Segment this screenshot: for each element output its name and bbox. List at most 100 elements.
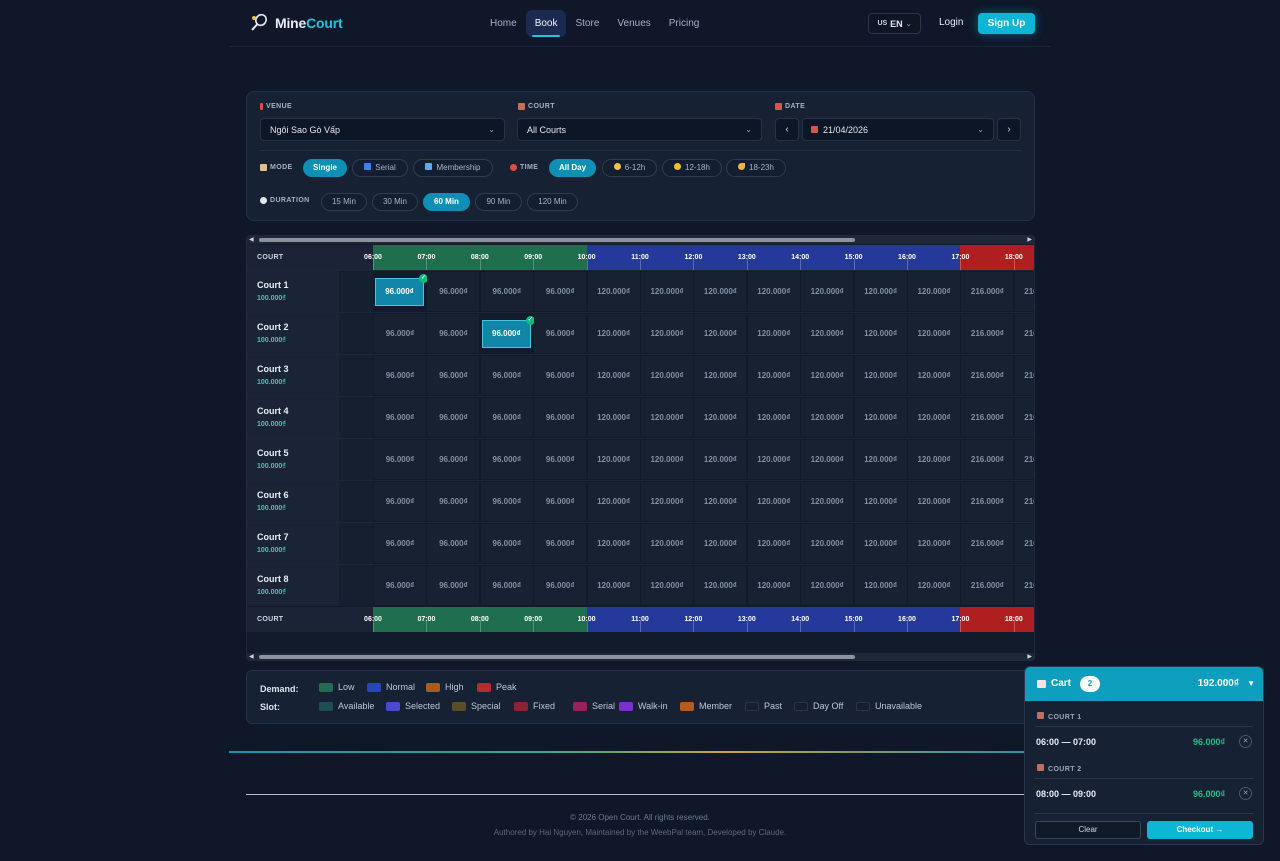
time-slot[interactable]: 216.000₫ [1014, 356, 1034, 395]
time-slot[interactable]: 120.000₫ [908, 398, 960, 437]
scroll-left-icon[interactable]: ◀ [249, 236, 254, 244]
time-slot[interactable]: 96.000₫ [427, 356, 480, 395]
duration-15[interactable]: 15 Min [321, 193, 367, 211]
time-slot[interactable]: 96.000₫ [534, 566, 587, 605]
duration-120[interactable]: 120 Min [527, 193, 578, 211]
time-slot[interactable]: 120.000₫ [854, 440, 907, 479]
time-slot[interactable]: 216.000₫ [961, 356, 1014, 395]
time-slot[interactable]: 120.000₫ [641, 398, 693, 437]
mode-single[interactable]: Single [303, 159, 347, 177]
time-slot[interactable]: 96.000₫ [374, 356, 426, 395]
time-slot[interactable]: 120.000₫ [641, 314, 693, 353]
time-slot[interactable]: 96.000₫ [480, 398, 533, 437]
time-slot[interactable]: 216.000₫ [1014, 440, 1034, 479]
time-slot[interactable]: 96.000₫ [427, 566, 480, 605]
nav-store[interactable]: Store [566, 10, 608, 37]
cart-header[interactable]: Cart 2 192.000₫ ▼ [1025, 667, 1263, 701]
time-slot[interactable]: 120.000₫ [694, 482, 747, 521]
time-slot[interactable]: 96.000₫ [427, 440, 480, 479]
time-slot[interactable]: 120.000₫ [854, 566, 907, 605]
scroll-right-icon[interactable]: ▶ [1027, 653, 1032, 660]
time-slot[interactable]: 120.000₫ [908, 566, 960, 605]
time-slot[interactable]: 120.000₫ [747, 356, 800, 395]
time-slot[interactable]: 120.000₫ [587, 272, 640, 311]
time-slot[interactable]: 96.000₫ [374, 398, 426, 437]
time-slot[interactable]: 120.000₫ [587, 356, 640, 395]
nav-pricing[interactable]: Pricing [660, 10, 709, 37]
time-slot[interactable]: 96.000₫ [427, 398, 480, 437]
scrollbar-thumb[interactable] [259, 655, 855, 659]
time-slot[interactable]: 120.000₫ [694, 524, 747, 563]
time-slot[interactable]: 120.000₫ [587, 398, 640, 437]
time-slot[interactable]: 216.000₫ [961, 272, 1014, 311]
time-slot[interactable]: 216.000₫ [1014, 566, 1034, 605]
time-slot[interactable]: 96.000₫ [534, 482, 587, 521]
time-slot[interactable]: 120.000₫ [587, 482, 640, 521]
time-slot[interactable]: 120.000₫ [641, 356, 693, 395]
nav-venues[interactable]: Venues [608, 10, 659, 37]
time-slot[interactable]: 216.000₫ [1014, 314, 1034, 353]
time-slot[interactable]: 96.000₫ [374, 440, 426, 479]
venue-select[interactable]: Ngôi Sao Gò Vấp ⌄ [260, 118, 505, 141]
checkout-button[interactable]: Checkout → [1147, 821, 1253, 839]
time-slot[interactable]: 120.000₫ [587, 524, 640, 563]
time-slot[interactable]: 120.000₫ [747, 566, 800, 605]
time-slot[interactable]: 96.000₫ [427, 482, 480, 521]
time-slot[interactable]: 120.000₫ [587, 314, 640, 353]
logo[interactable]: MineCourt [249, 13, 343, 33]
scroll-left-icon[interactable]: ◀ [249, 653, 254, 660]
time-slot[interactable]: 120.000₫ [908, 524, 960, 563]
time-slot[interactable]: 120.000₫ [747, 524, 800, 563]
date-picker[interactable]: 21/04/2026 ⌄ [802, 118, 994, 141]
time-slot[interactable]: 120.000₫ [801, 356, 854, 395]
scroll-right-icon[interactable]: ▶ [1027, 236, 1032, 244]
time-slot[interactable]: 120.000₫ [641, 482, 693, 521]
mode-membership[interactable]: Membership [413, 159, 493, 177]
time-slot[interactable]: 120.000₫ [694, 272, 747, 311]
time-slot[interactable]: 96.000₫ [427, 524, 480, 563]
time-slot[interactable]: 216.000₫ [961, 524, 1014, 563]
time-slot[interactable]: 216.000₫ [961, 314, 1014, 353]
duration-30[interactable]: 30 Min [372, 193, 418, 211]
time-slot[interactable]: 120.000₫ [801, 314, 854, 353]
time-slot[interactable]: 120.000₫ [801, 524, 854, 563]
time-slot[interactable]: 216.000₫ [1014, 272, 1034, 311]
collapse-icon[interactable]: ▼ [1247, 667, 1255, 701]
time-slot[interactable]: 96.000₫ [480, 272, 533, 311]
time-slot[interactable]: 120.000₫ [641, 272, 693, 311]
time-slot[interactable]: 96.000₫ [480, 482, 533, 521]
time-slot[interactable]: 120.000₫ [747, 272, 800, 311]
time-slot[interactable]: 120.000₫ [801, 440, 854, 479]
time-slot[interactable]: 120.000₫ [641, 440, 693, 479]
time-slot[interactable]: 96.000₫ [534, 272, 587, 311]
login-link[interactable]: Login [939, 17, 963, 28]
time-slot[interactable]: 120.000₫ [801, 566, 854, 605]
time-slot[interactable]: 216.000₫ [961, 398, 1014, 437]
time-slot[interactable]: 96.000₫ [427, 272, 480, 311]
duration-90[interactable]: 90 Min [475, 193, 522, 211]
time-slot[interactable]: 216.000₫ [1014, 524, 1034, 563]
time-slot[interactable]: 120.000₫ [801, 482, 854, 521]
mode-serial[interactable]: Serial [352, 159, 408, 177]
time-slot[interactable]: 120.000₫ [587, 440, 640, 479]
time-slot-selected[interactable]: 96.000₫ ✓ [375, 274, 428, 306]
time-slot[interactable]: 216.000₫ [961, 566, 1014, 605]
scrollbar-thumb[interactable] [259, 238, 855, 242]
time-slot[interactable]: 96.000₫ [534, 524, 587, 563]
time-slot[interactable]: 120.000₫ [747, 398, 800, 437]
time-slot[interactable]: 120.000₫ [908, 314, 960, 353]
nav-home[interactable]: Home [481, 10, 526, 37]
time-slot[interactable]: 120.000₫ [747, 482, 800, 521]
time-slot[interactable]: 96.000₫ [480, 440, 533, 479]
time-slot[interactable]: 120.000₫ [908, 482, 960, 521]
time-slot[interactable]: 120.000₫ [908, 272, 960, 311]
time-slot[interactable]: 120.000₫ [747, 314, 800, 353]
horizontal-scrollbar-top[interactable]: ◀ ▶ [247, 236, 1034, 244]
time-slot[interactable]: 120.000₫ [854, 398, 907, 437]
time-slot[interactable]: 120.000₫ [854, 314, 907, 353]
time-slot[interactable]: 216.000₫ [961, 440, 1014, 479]
time-slot[interactable]: 120.000₫ [908, 356, 960, 395]
time-slot[interactable]: 120.000₫ [694, 314, 747, 353]
time-slot[interactable]: 120.000₫ [854, 356, 907, 395]
time-slot[interactable]: 96.000₫ [427, 314, 480, 353]
